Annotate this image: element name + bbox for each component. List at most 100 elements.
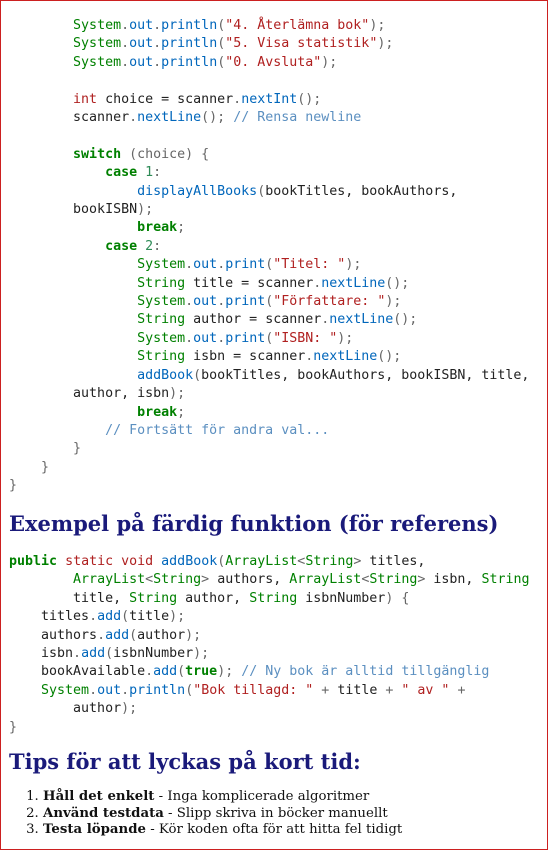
tip-title: Testa löpande xyxy=(43,822,146,837)
code-token: authors xyxy=(9,627,98,643)
code-token: System xyxy=(73,54,122,70)
code-token: nextLine xyxy=(137,110,202,126)
code-token: . xyxy=(121,36,130,52)
code-token: ( xyxy=(257,183,266,199)
code-token: } xyxy=(9,719,18,735)
code-token: "Titel: " xyxy=(273,257,346,273)
code-token: 2 xyxy=(137,238,154,254)
code-token: add xyxy=(81,646,106,662)
code-token: add xyxy=(105,627,130,643)
code-token: ); xyxy=(193,646,210,662)
code-token: ); xyxy=(121,701,138,717)
code-line: } xyxy=(9,459,529,477)
code-line: isbn.add(isbnNumber); xyxy=(9,645,529,663)
code-token: // Ny bok är alltid tillgänglig xyxy=(241,664,490,680)
code-token: title xyxy=(129,609,170,625)
code-token: nextLine xyxy=(321,275,386,291)
code-token: author, isbn xyxy=(9,386,170,402)
code-token: out xyxy=(193,330,218,346)
code-block-menu-switch: System.out.println("4. Återlämna bok"); … xyxy=(9,17,529,496)
code-line: int choice = scanner.nextInt(); xyxy=(9,91,529,109)
code-token: out xyxy=(129,18,154,33)
code-block-addbook: public static void addBook(ArrayList<Str… xyxy=(9,553,529,737)
code-token: } xyxy=(9,459,50,475)
code-line: addBook(bookTitles, bookAuthors, bookISB… xyxy=(9,367,529,385)
code-token: isbn, xyxy=(425,572,482,588)
code-token: "ISBN: " xyxy=(273,330,338,346)
code-line: System.out.print("ISBN: "); xyxy=(9,330,529,348)
code-line: System.out.println("5. Visa statistik"); xyxy=(9,35,529,53)
code-token: isbn xyxy=(9,646,74,662)
code-line: String isbn = scanner.nextLine(); xyxy=(9,348,529,366)
code-token: ( xyxy=(185,682,194,698)
code-token: : xyxy=(153,238,162,254)
tip-text: - Kör koden ofta för att hitta fel tidig… xyxy=(145,822,403,837)
code-token: ); xyxy=(217,664,242,680)
code-token: ; xyxy=(177,404,186,420)
code-line: bookAvailable.add(true); // Ny bok är al… xyxy=(9,663,529,681)
code-line: bookISBN); xyxy=(9,201,529,219)
code-token: ( xyxy=(121,609,130,625)
code-token: "5. Visa statistik" xyxy=(225,36,378,52)
code-line: break; xyxy=(9,404,529,422)
code-token: (); xyxy=(297,91,322,107)
code-token: + xyxy=(449,682,466,698)
code-token: bookTitles, bookAuthors, bookISBN, title… xyxy=(201,367,530,383)
code-token: String xyxy=(137,312,186,328)
code-token: true xyxy=(185,664,218,680)
code-token: : xyxy=(153,165,162,181)
code-token: displayAllBooks xyxy=(137,183,258,199)
code-token: addBook xyxy=(161,554,218,569)
code-token: title, xyxy=(9,590,130,606)
code-token: ArrayList xyxy=(225,554,298,569)
code-token: titles xyxy=(9,609,90,625)
code-token: print xyxy=(225,257,266,273)
code-token: ); xyxy=(185,627,202,643)
code-token: nextLine xyxy=(313,349,378,365)
code-token: ( xyxy=(105,646,114,662)
code-token: > xyxy=(201,572,210,588)
code-token: isbn = scanner xyxy=(185,349,306,365)
code-token: . xyxy=(89,682,98,698)
code-token: static xyxy=(65,554,114,569)
code-token: . xyxy=(153,18,162,33)
code-token: String xyxy=(137,275,186,291)
code-line: break; xyxy=(9,219,529,237)
code-token: ); xyxy=(137,202,154,218)
code-line: author); xyxy=(9,700,529,718)
code-token: println xyxy=(161,18,218,33)
code-token: out xyxy=(129,54,154,70)
code-token: public xyxy=(9,554,58,569)
code-token: . xyxy=(217,330,226,346)
code-line: System.out.println("0. Avsluta"); xyxy=(9,54,529,72)
code-token: println xyxy=(161,54,218,70)
code-token: . xyxy=(185,294,194,310)
code-line: public static void addBook(ArrayList<Str… xyxy=(9,553,529,571)
code-token: bookISBN xyxy=(9,202,138,218)
code-token: switch xyxy=(73,146,122,162)
code-token: author, xyxy=(177,590,250,606)
code-token: author = scanner xyxy=(185,312,322,328)
code-line: System.out.println("4. Återlämna bok"); xyxy=(9,17,529,35)
code-token: "Författare: " xyxy=(273,294,386,310)
code-token: ); xyxy=(369,18,386,33)
code-line: displayAllBooks(bookTitles, bookAuthors, xyxy=(9,183,529,201)
code-token: (); xyxy=(201,110,234,126)
code-token: // Fortsätt för andra val... xyxy=(105,422,330,438)
code-token: "0. Avsluta" xyxy=(225,54,322,70)
tip-item: Testa löpande - Kör koden ofta för att h… xyxy=(43,822,402,839)
code-token: ArrayList xyxy=(289,572,362,588)
code-token: void xyxy=(121,554,154,569)
code-token: . xyxy=(129,110,138,126)
